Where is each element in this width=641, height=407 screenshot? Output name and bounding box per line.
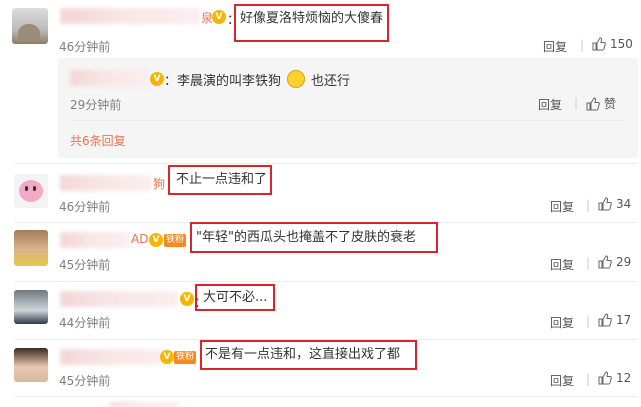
- comment-time: 46分钟前: [59, 40, 111, 54]
- like-button[interactable]: 12: [598, 371, 631, 385]
- username[interactable]: [60, 349, 168, 365]
- like-count: 150: [610, 37, 633, 51]
- comment-time: 44分钟前: [59, 316, 111, 330]
- like-count: 34: [616, 197, 632, 211]
- like-button[interactable]: 150: [592, 37, 633, 51]
- avatar[interactable]: [14, 174, 48, 208]
- verified-icon: V: [160, 350, 174, 364]
- reply-button[interactable]: 回复: [550, 314, 574, 331]
- more-replies-link[interactable]: 共6条回复: [70, 132, 126, 149]
- verified-icon: V: [149, 233, 163, 247]
- divider-bar: |: [574, 96, 579, 110]
- like-label: 赞: [604, 97, 617, 111]
- comment-text: 不止一点违和了: [176, 172, 268, 187]
- fan-badge: 铁粉: [164, 234, 187, 247]
- divider-bar: |: [586, 314, 591, 328]
- like-count: 12: [616, 371, 632, 385]
- verified-icon: V: [212, 10, 226, 24]
- reply-text: ：李晨演的叫李铁狗: [164, 74, 282, 89]
- divider: [68, 120, 628, 121]
- reply-time: 29分钟前: [70, 98, 122, 112]
- comment-text: 不是有一点违和，这直接出戏了都: [205, 347, 401, 362]
- verified-icon: V: [150, 72, 164, 86]
- comment-time: 45分钟前: [59, 374, 111, 388]
- reply-suffix: 也还行: [311, 74, 351, 89]
- emoji-icon: [287, 70, 305, 88]
- comment-time: 46分钟前: [59, 200, 111, 214]
- comment-text: 大可不必...: [203, 290, 268, 305]
- like-button[interactable]: 17: [598, 313, 631, 327]
- thumbs-up-icon: [598, 313, 612, 327]
- reply-thread: V ：李晨演的叫李铁狗 也还行 29分钟前 回复 | 赞 共6条回复: [58, 58, 638, 158]
- divider-bar: |: [586, 198, 591, 212]
- comment-text: "年轻"的西瓜头也掩盖不了皮肤的衰老: [196, 230, 416, 245]
- avatar[interactable]: [14, 290, 48, 324]
- thumbs-up-icon: [598, 197, 612, 211]
- divider-bar: |: [586, 256, 591, 270]
- thumbs-up-icon: [598, 255, 612, 269]
- comment-text: 好像夏洛特烦恼的大傻春: [240, 11, 384, 26]
- like-button[interactable]: 赞: [586, 95, 616, 112]
- reply-button[interactable]: 回复: [550, 198, 574, 215]
- avatar[interactable]: [12, 8, 48, 44]
- username[interactable]: [70, 70, 148, 86]
- like-button[interactable]: 34: [598, 197, 631, 211]
- avatar[interactable]: [14, 348, 48, 382]
- divider: [14, 281, 638, 282]
- divider-bar: |: [580, 38, 585, 52]
- reply-button[interactable]: 回复: [543, 38, 567, 55]
- username-tail[interactable]: 狗: [153, 175, 165, 192]
- username[interactable]: [60, 291, 178, 307]
- username-tail[interactable]: AD: [131, 232, 148, 246]
- divider: [14, 163, 638, 164]
- thumbs-up-icon: [598, 371, 612, 385]
- like-count: 29: [616, 255, 632, 269]
- username[interactable]: [60, 232, 130, 248]
- thumbs-up-icon: [586, 96, 600, 110]
- reply-button[interactable]: 回复: [550, 372, 574, 389]
- comment-time: 45分钟前: [59, 258, 111, 272]
- fan-badge: 铁粉: [174, 351, 197, 364]
- username[interactable]: [110, 402, 180, 407]
- divider: [14, 396, 638, 397]
- divider-bar: |: [586, 372, 591, 386]
- reply-button[interactable]: 回复: [538, 96, 562, 113]
- reply-button[interactable]: 回复: [550, 256, 574, 273]
- avatar[interactable]: [14, 230, 48, 266]
- username[interactable]: [60, 8, 200, 24]
- username[interactable]: [60, 175, 152, 191]
- like-count: 17: [616, 313, 632, 327]
- thumbs-up-icon: [592, 37, 606, 51]
- verified-icon: V: [180, 292, 194, 306]
- like-button[interactable]: 29: [598, 255, 631, 269]
